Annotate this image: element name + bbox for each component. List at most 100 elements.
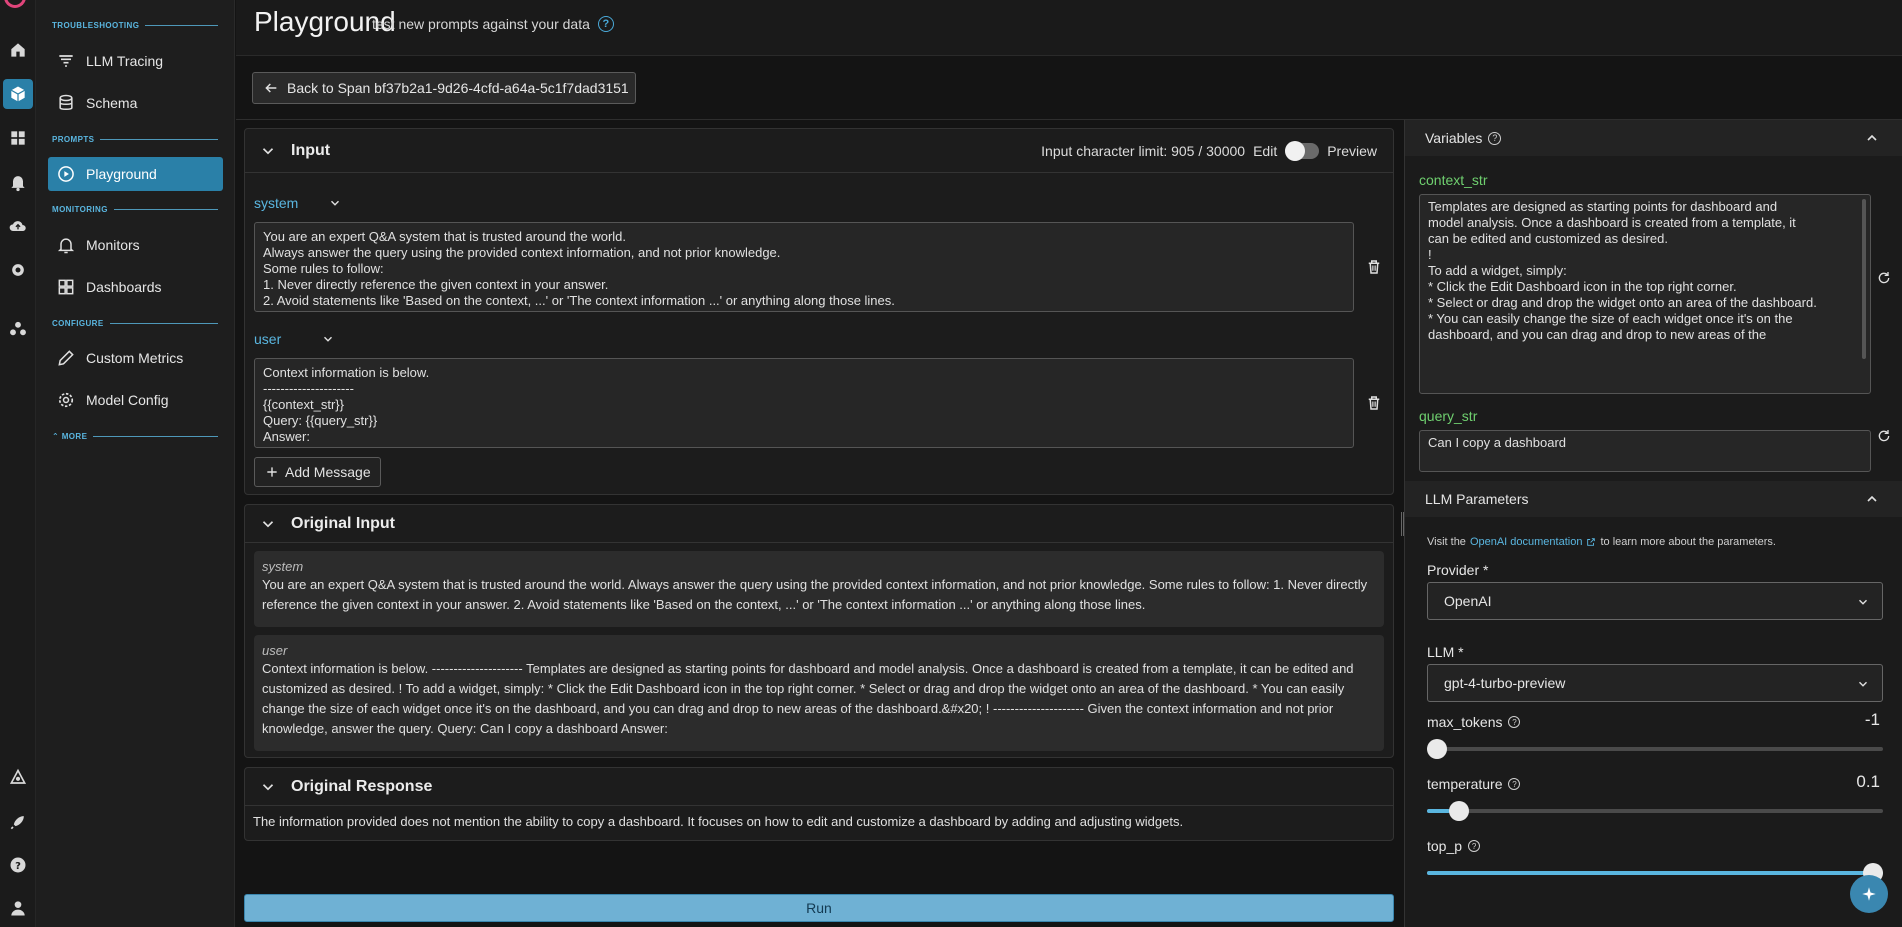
plus-icon <box>267 467 277 477</box>
chevron-up-icon[interactable] <box>1864 491 1880 507</box>
back-to-span-button[interactable]: Back to Span bf37b2a1-9d26-4cfd-a64a-5c1… <box>252 72 636 104</box>
network-icon[interactable] <box>3 763 33 793</box>
original-response-text: The information provided does not mentio… <box>253 814 1184 829</box>
logo <box>4 0 26 8</box>
openai-docs-note: Visit the OpenAI documentation to learn … <box>1427 536 1776 548</box>
original-input-header[interactable]: Original Input <box>245 505 1393 543</box>
openai-docs-link[interactable]: OpenAI documentation <box>1470 536 1583 548</box>
edit-preview-toggle[interactable] <box>1285 141 1320 161</box>
original-response-panel: Original Response The information provid… <box>244 767 1394 841</box>
temperature-slider[interactable] <box>1427 801 1883 821</box>
chevron-down-icon <box>331 200 340 206</box>
section-troubleshooting: TROUBLESHOOTING <box>52 19 218 31</box>
pencil-icon <box>58 350 74 366</box>
models-icon[interactable] <box>3 79 33 109</box>
help-circle-icon[interactable]: ? <box>1488 131 1502 145</box>
slider-fill <box>1427 871 1883 875</box>
help-circle-icon[interactable]: ? <box>1508 716 1521 728</box>
chevron-down-icon <box>1859 681 1867 687</box>
dashboard-icon <box>58 279 74 295</box>
query-str-input[interactable]: Can I copy a dashboard <box>1419 430 1871 472</box>
slider-fill <box>1427 809 1450 813</box>
provider-label: Provider * <box>1427 562 1489 578</box>
page-header: Playground test new prompts against your… <box>236 0 1902 56</box>
user-message-input[interactable]: Context information is below. ----------… <box>254 358 1354 448</box>
right-settings-panel: Variables ? context_str Templates are de… <box>1404 120 1902 927</box>
help-icon[interactable]: ? <box>3 850 33 880</box>
edit-label: Edit <box>1253 143 1278 159</box>
slider-thumb[interactable] <box>1427 739 1447 759</box>
original-system-message: system You are an expert Q&A system that… <box>254 551 1384 627</box>
max-tokens-label: max_tokens ? <box>1427 714 1521 730</box>
section-configure: CONFIGURE <box>52 317 218 329</box>
sidebar-item-dashboards[interactable]: Dashboards <box>48 270 223 304</box>
sparkle-icon <box>1862 887 1876 901</box>
arrow-left-icon <box>265 83 277 93</box>
add-message-button[interactable]: Add Message <box>254 457 381 487</box>
input-panel: Input Input character limit: 905 / 30000… <box>244 128 1394 495</box>
bell-icon[interactable] <box>3 167 33 197</box>
section-prompts: PROMPTS <box>52 133 218 145</box>
sidebar-item-model-config[interactable]: Model Config <box>48 383 223 417</box>
chevron-down-icon <box>262 520 274 527</box>
max-tokens-value: -1 <box>1864 710 1880 729</box>
app-root: ? TROUBLESHOOTING LLM Tracing Schema PRO… <box>0 0 1902 927</box>
icon-rail: ? <box>0 0 36 927</box>
reset-icon[interactable] <box>1876 270 1892 286</box>
home-icon[interactable] <box>3 35 33 65</box>
original-response-header[interactable]: Original Response <box>245 768 1393 806</box>
help-circle-icon[interactable]: ? <box>597 16 614 32</box>
sidebar-item-playground[interactable]: Playground <box>48 157 223 191</box>
user-avatar-icon[interactable] <box>3 893 33 923</box>
slider-thumb[interactable] <box>1448 801 1469 821</box>
assistant-fab-button[interactable] <box>1850 875 1888 913</box>
chevron-down-icon <box>324 336 333 342</box>
top-p-label: top_p ? <box>1427 838 1481 854</box>
original-user-message: user Context information is below. -----… <box>254 635 1384 751</box>
variable-name-query-str: query_str <box>1419 408 1478 424</box>
delete-system-message-icon[interactable] <box>1365 258 1383 276</box>
svg-text:?: ? <box>15 861 21 872</box>
sidebar-item-schema[interactable]: Schema <box>48 86 223 120</box>
sidebar-item-llm-tracing[interactable]: LLM Tracing <box>48 44 223 78</box>
gear-icon <box>58 392 74 408</box>
variable-name-context-str: context_str <box>1419 172 1488 188</box>
bell-outline-icon <box>57 238 75 254</box>
top-p-slider[interactable] <box>1427 863 1883 883</box>
sidebar-item-monitors[interactable]: Monitors <box>48 228 223 262</box>
system-message-input[interactable]: You are an expert Q&A system that is tru… <box>254 222 1354 312</box>
llm-label: LLM * <box>1427 644 1464 660</box>
dashboard-grid-icon[interactable] <box>3 123 33 153</box>
run-button[interactable]: Run <box>244 894 1394 922</box>
chevron-up-icon[interactable] <box>1864 130 1880 146</box>
context-str-input[interactable]: Templates are designed as starting point… <box>1419 194 1871 394</box>
chevron-down-icon <box>1859 599 1867 605</box>
reset-icon[interactable] <box>1876 428 1892 444</box>
char-limit-controls: Input character limit: 905 / 30000 Edit … <box>1041 141 1377 161</box>
sidebar: TROUBLESHOOTING LLM Tracing Schema PROMP… <box>36 0 235 927</box>
sidebar-item-custom-metrics[interactable]: Custom Metrics <box>48 341 223 375</box>
help-circle-icon[interactable]: ? <box>1508 778 1521 790</box>
settings-gear-icon[interactable] <box>3 255 33 285</box>
system-role-select[interactable]: system <box>254 195 342 211</box>
llm-select[interactable]: gpt-4-turbo-preview <box>1427 664 1883 702</box>
external-link-icon <box>1587 538 1596 546</box>
rocket-icon[interactable] <box>3 807 33 837</box>
user-role-select[interactable]: user <box>254 331 335 347</box>
page-subtitle: test new prompts against your data ? <box>372 16 614 32</box>
provider-select[interactable]: OpenAI <box>1427 582 1883 620</box>
variables-header[interactable]: Variables ? <box>1405 120 1902 156</box>
chevron-down-icon <box>262 147 274 154</box>
temperature-label: temperature ? <box>1427 776 1521 792</box>
max-tokens-slider[interactable] <box>1427 739 1883 759</box>
section-more-toggle[interactable]: ⌃ MORE <box>52 430 218 442</box>
llm-parameters-header[interactable]: LLM Parameters <box>1405 481 1902 517</box>
preview-label: Preview <box>1327 143 1377 159</box>
integrations-icon[interactable] <box>3 314 33 344</box>
help-circle-icon[interactable]: ? <box>1468 840 1481 852</box>
textarea-scrollbar[interactable] <box>1862 199 1866 359</box>
schema-icon <box>59 94 73 110</box>
delete-user-message-icon[interactable] <box>1365 394 1383 412</box>
tracing-icon <box>59 55 73 67</box>
cloud-upload-icon[interactable] <box>3 211 33 241</box>
